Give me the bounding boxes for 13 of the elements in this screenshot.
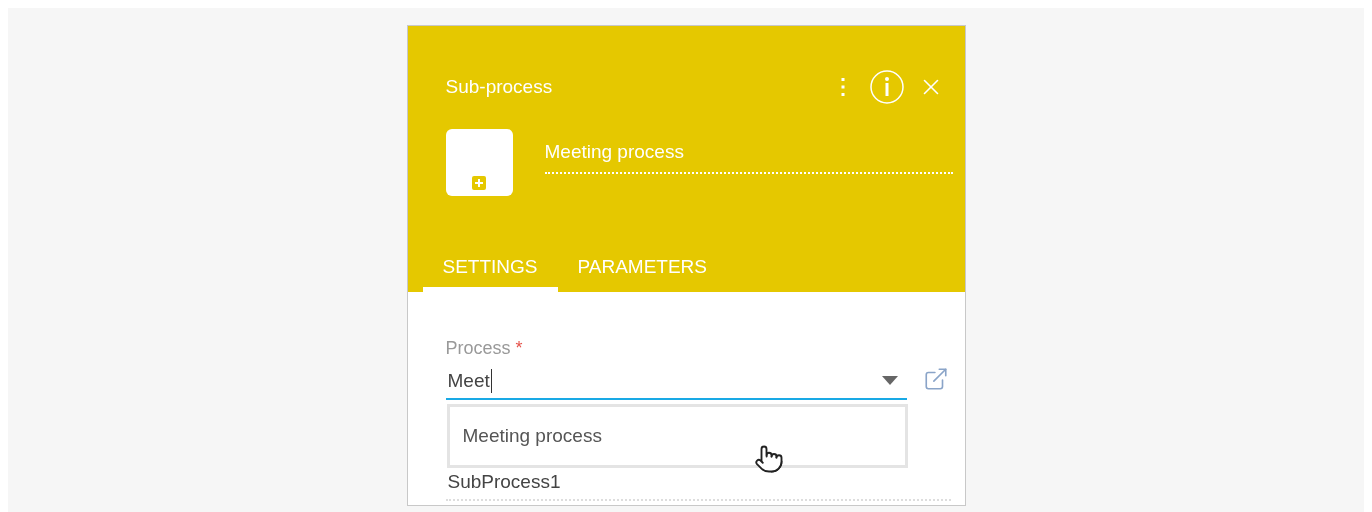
- input-text: Meet: [445, 369, 492, 393]
- open-link-button[interactable]: [922, 366, 949, 392]
- panel-title: Sub-process: [445, 74, 554, 99]
- plus-icon: [472, 176, 486, 190]
- dropdown-option[interactable]: Meeting process: [449, 421, 905, 451]
- field-label: Process: [445, 338, 511, 358]
- more-vertical-icon: [840, 78, 845, 96]
- process-combo-field[interactable]: Meet: [445, 364, 907, 400]
- external-link-icon: [922, 366, 949, 392]
- dropdown-arrow-icon: [881, 376, 898, 386]
- info-icon: [867, 68, 906, 106]
- add-image-button[interactable]: [445, 129, 513, 196]
- required-mark: *: [515, 338, 523, 358]
